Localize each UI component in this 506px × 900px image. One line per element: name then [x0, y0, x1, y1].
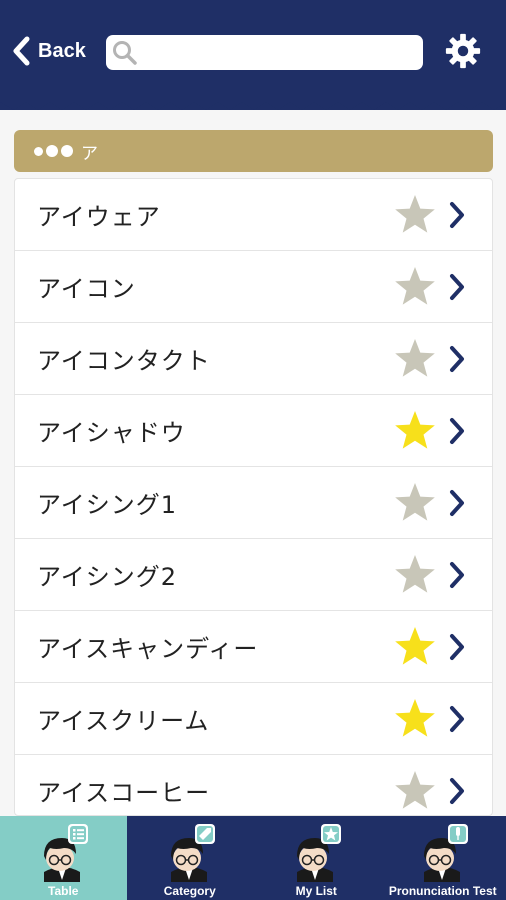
section-title: ア: [81, 143, 98, 164]
back-button[interactable]: Back: [12, 34, 86, 68]
star-icon[interactable]: [393, 769, 437, 813]
chevron-right-icon: [450, 346, 464, 372]
chevron-right-icon: [450, 562, 464, 588]
tab-label: Category: [163, 884, 216, 898]
list-item[interactable]: アイシャドウ: [15, 395, 492, 467]
chevron-right-icon: [450, 778, 464, 804]
avatar-icon: [170, 824, 215, 882]
dot: [34, 146, 43, 156]
tab-label: Table: [48, 884, 79, 898]
back-label: Back: [38, 39, 86, 62]
word-label: アイコンタクト: [37, 347, 211, 375]
star-filled-icon[interactable]: [393, 625, 437, 669]
list-item[interactable]: アイコン: [15, 251, 492, 323]
avatar-icon: [44, 824, 88, 882]
word-label: アイシング2: [37, 563, 178, 591]
tab-label: My List: [295, 884, 337, 898]
list-item[interactable]: アイウェア: [15, 179, 492, 251]
star-icon[interactable]: [393, 265, 437, 309]
word-label: アイスコーヒー: [37, 779, 211, 807]
chevron-right-icon: [450, 490, 464, 516]
bottom-nav: Table Category My List Pronunciation Tes…: [0, 816, 506, 900]
tab-pronunciation-test[interactable]: Pronunciation Test: [380, 816, 506, 900]
star-filled-icon[interactable]: [393, 697, 437, 741]
list-item[interactable]: アイスコーヒー: [15, 755, 492, 815]
list-item[interactable]: アイシング1: [15, 467, 492, 539]
gear-icon[interactable]: [444, 32, 482, 70]
list-item[interactable]: アイシング2: [15, 539, 492, 611]
word-label: アイウェア: [37, 203, 161, 231]
dots-decoration: [34, 145, 73, 157]
chevron-right-icon: [450, 418, 464, 444]
list-item[interactable]: アイスクリーム: [15, 683, 492, 755]
word-label: アイシング1: [37, 491, 178, 519]
header-zigzag-border: [0, 86, 506, 110]
chevron-left-icon: [13, 36, 30, 66]
dot: [61, 145, 73, 157]
chevron-right-icon: [450, 634, 464, 660]
word-list: アイウェア アイコン アイコンタクト アイシャドウ アイシング1 アイシング2 …: [14, 178, 493, 816]
chevron-right-icon: [450, 706, 464, 732]
chevron-right-icon: [450, 202, 464, 228]
search-bar[interactable]: [106, 35, 423, 70]
word-label: アイコン: [37, 275, 136, 303]
list-item[interactable]: アイスキャンディー: [15, 611, 492, 683]
search-icon: [113, 40, 137, 65]
tab-category[interactable]: Category: [127, 816, 254, 900]
tab-table[interactable]: Table: [0, 816, 127, 900]
word-label: アイスキャンディー: [37, 635, 259, 663]
list-item[interactable]: アイコンタクト: [15, 323, 492, 395]
star-icon[interactable]: [393, 481, 437, 525]
star-filled-icon[interactable]: [393, 409, 437, 453]
search-input[interactable]: [144, 43, 414, 62]
dot: [46, 145, 58, 157]
section-header: ア: [14, 130, 493, 172]
star-icon[interactable]: [393, 193, 437, 237]
chevron-right-icon: [450, 274, 464, 300]
word-label: アイシャドウ: [37, 419, 186, 447]
tab-my-list[interactable]: My List: [253, 816, 380, 900]
star-icon[interactable]: [393, 553, 437, 597]
avatar-icon: [297, 824, 341, 882]
star-icon[interactable]: [393, 337, 437, 381]
tab-label: Pronunciation Test: [388, 884, 497, 898]
avatar-icon: [423, 824, 468, 882]
word-label: アイスクリーム: [37, 707, 210, 735]
